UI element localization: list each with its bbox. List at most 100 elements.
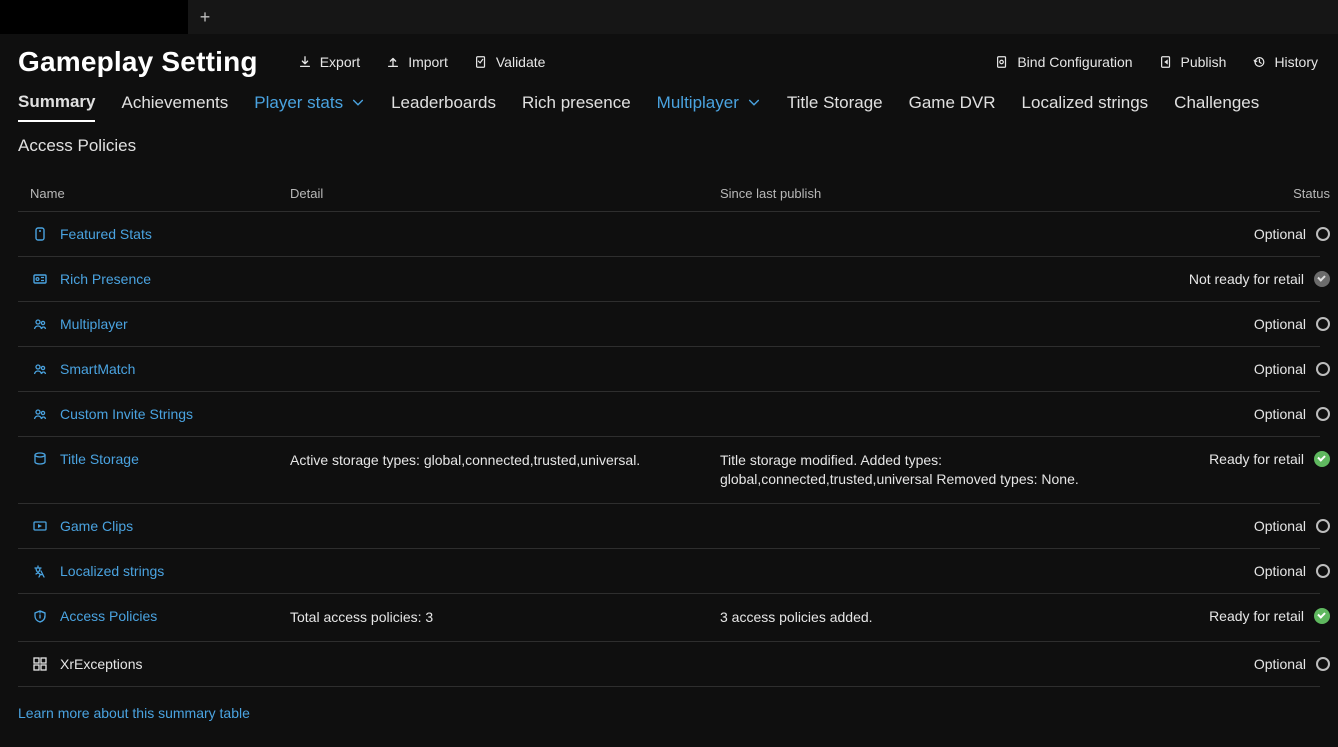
row-status-cell: Optional [1160,316,1330,332]
status-indicator-icon [1314,608,1330,624]
learn-more-link[interactable]: Learn more about this summary table [18,705,250,721]
table-row: Multiplayer Optional [18,302,1320,347]
row-name-label: Title Storage [60,451,139,467]
tab-multiplayer[interactable]: Multiplayer [657,88,761,122]
window-tabbar: + [0,0,1338,34]
row-status-label: Optional [1254,656,1306,672]
row-status-cell: Optional [1160,226,1330,242]
tab-challenges[interactable]: Challenges [1174,88,1259,122]
people-icon [32,361,48,377]
status-indicator-icon [1316,657,1330,671]
tab-localized[interactable]: Localized strings [1022,88,1149,122]
status-indicator-icon [1316,564,1330,578]
row-name-cell[interactable]: Featured Stats [30,226,290,242]
people-icon [32,316,48,332]
row-status-label: Optional [1254,518,1306,534]
chevron-down-icon [351,96,365,110]
tab-game-dvr[interactable]: Game DVR [909,88,996,122]
row-name-cell[interactable]: Title Storage [30,451,290,467]
grid-icon [32,656,48,672]
tab-rich-presence[interactable]: Rich presence [522,88,631,122]
clip-icon [32,518,48,534]
row-status-label: Optional [1254,226,1306,242]
row-since-cell: 3 access policies added. [720,608,1160,627]
bind-button[interactable]: Bind Configuration [993,50,1134,74]
history-label: History [1274,54,1318,70]
publish-icon [1159,55,1173,69]
history-button[interactable]: History [1250,50,1320,74]
history-icon [1252,55,1266,69]
row-status-cell: Optional [1160,361,1330,377]
new-tab-button[interactable]: + [188,0,222,34]
export-button[interactable]: Export [296,50,362,74]
row-name-cell[interactable]: Rich Presence [30,271,290,287]
status-indicator-icon [1316,227,1330,241]
row-status-cell: Ready for retail [1160,608,1330,624]
publish-label: Publish [1181,54,1227,70]
tab-leaderboards[interactable]: Leaderboards [391,88,496,122]
row-name-cell[interactable]: Multiplayer [30,316,290,332]
tab-player-stats[interactable]: Player stats [254,88,365,122]
row-name-label: XrExceptions [60,656,142,672]
section-tabs: Summary Achievements Player stats Leaderboa… [0,86,1338,164]
row-name-cell[interactable]: SmartMatch [30,361,290,377]
row-name-cell[interactable]: Access Policies [30,608,290,624]
row-detail-cell: Total access policies: 3 [290,608,720,627]
validate-button[interactable]: Validate [472,50,548,74]
row-name-label: Access Policies [60,608,157,624]
table-row: Game Clips Optional [18,504,1320,549]
row-name-cell[interactable]: Localized strings [30,563,290,579]
tab-access-pol-label: Access Policies [18,136,136,156]
row-name-label: Game Clips [60,518,133,534]
table-row: Rich Presence Not ready for retail [18,257,1320,302]
row-status-cell: Not ready for retail [1160,271,1330,287]
tab-title-storage[interactable]: Title Storage [787,88,883,122]
row-name-cell[interactable]: Game Clips [30,518,290,534]
import-button[interactable]: Import [384,50,450,74]
tab-achievements-label: Achievements [121,93,228,113]
row-status-label: Optional [1254,406,1306,422]
validate-icon [474,55,488,69]
table-row: Access Policies Total access policies: 3… [18,594,1320,642]
toolbar: Gameplay Setting Export Import Validate Bi… [0,34,1338,86]
tab-achievements[interactable]: Achievements [121,88,228,122]
row-status-cell: Ready for retail [1160,451,1330,467]
table-row: SmartMatch Optional [18,347,1320,392]
window-tab-active[interactable] [0,0,188,34]
row-name-label: Featured Stats [60,226,152,242]
row-name-cell: XrExceptions [30,656,290,672]
stats-icon [32,226,48,242]
row-name-label: Custom Invite Strings [60,406,193,422]
upload-icon [386,55,400,69]
tab-rich-presence-label: Rich presence [522,93,631,113]
tab-title-storage-label: Title Storage [787,93,883,113]
row-status-label: Not ready for retail [1189,271,1304,287]
status-indicator-icon [1316,519,1330,533]
presence-icon [32,271,48,287]
summary-table: Name Detail Since last publish Status Fe… [0,164,1338,731]
download-icon [298,55,312,69]
publish-button[interactable]: Publish [1157,50,1229,74]
tab-leaderboards-label: Leaderboards [391,93,496,113]
status-indicator-icon [1314,451,1330,467]
toolbar-actions-left: Export Import Validate [296,50,548,74]
row-name-cell[interactable]: Custom Invite Strings [30,406,290,422]
table-header-row: Name Detail Since last publish Status [18,176,1320,212]
tab-access-pol[interactable]: Access Policies [18,132,136,164]
status-indicator-icon [1316,362,1330,376]
col-header-since: Since last publish [720,186,1160,201]
localize-icon [32,563,48,579]
tab-summary-label: Summary [18,92,95,112]
bind-icon [995,55,1009,69]
row-name-label: Multiplayer [60,316,128,332]
row-detail-cell: Active storage types: global,connected,t… [290,451,720,470]
tab-summary[interactable]: Summary [18,88,95,122]
tab-challenges-label: Challenges [1174,93,1259,113]
row-since-cell: Title storage modified. Added types: glo… [720,451,1160,489]
table-row: Custom Invite Strings Optional [18,392,1320,437]
toolbar-actions-right: Bind Configuration Publish History [993,50,1320,74]
page-title: Gameplay Setting [18,46,258,78]
row-status-cell: Optional [1160,656,1330,672]
row-status-label: Optional [1254,361,1306,377]
table-row: XrExceptions Optional [18,642,1320,687]
